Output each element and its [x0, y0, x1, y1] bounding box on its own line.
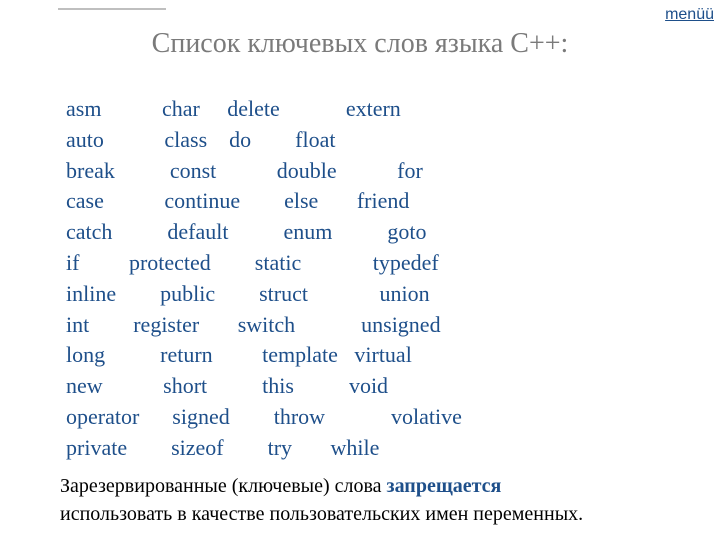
note-text: Зарезервированные (ключевые) слова запре…	[60, 472, 660, 528]
note-forbid: запрещается	[387, 475, 502, 497]
header-rule	[58, 8, 166, 10]
page-title: Список ключевых слов языка С++:	[0, 28, 720, 60]
note-prefix: Зарезервированные (ключевые) слова	[60, 475, 387, 497]
menu-link[interactable]: menüü	[665, 6, 714, 24]
note-rest: использовать в качестве пользовательских…	[60, 503, 583, 525]
keyword-list: asm char delete extern auto class do flo…	[66, 94, 626, 464]
